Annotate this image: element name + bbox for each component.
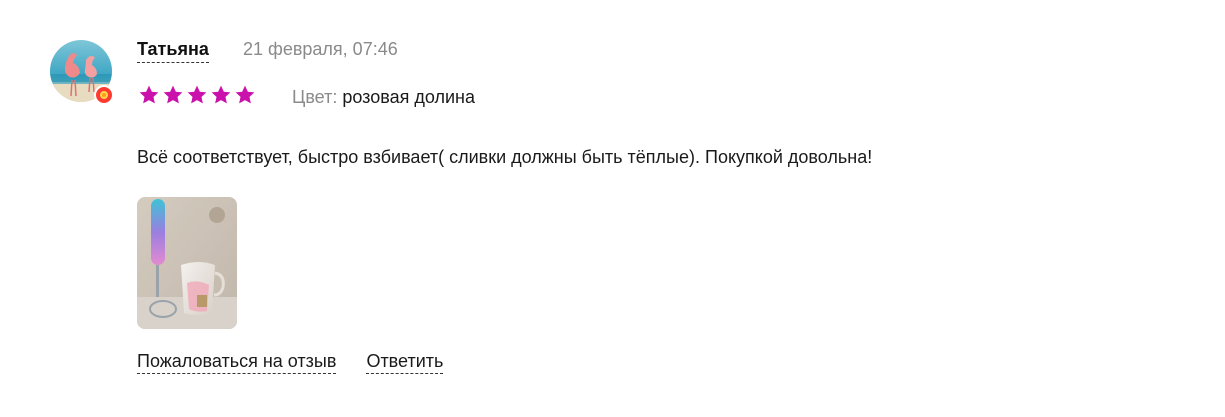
product-color: Цвет: розовая долина bbox=[292, 86, 475, 108]
reply-link[interactable]: Ответить bbox=[366, 350, 444, 374]
avatar bbox=[50, 40, 114, 105]
author-name[interactable]: Татьяна bbox=[137, 38, 209, 63]
medal-icon bbox=[100, 91, 108, 99]
achievement-badge-icon bbox=[94, 85, 114, 105]
review-text: Всё соответствует, быстро взбивает( слив… bbox=[137, 147, 873, 167]
rating-stars bbox=[138, 84, 256, 108]
review-photo[interactable] bbox=[137, 197, 237, 329]
review-card: Татьяна 21 февраля, 07:46 Цвет: розовая … bbox=[0, 0, 1225, 417]
star-icon bbox=[211, 85, 231, 104]
star-icon bbox=[187, 85, 207, 104]
review-date: 21 февраля, 07:46 bbox=[243, 39, 398, 59]
color-label: Цвет: bbox=[292, 87, 338, 107]
star-icon bbox=[163, 85, 183, 104]
review-actions: Пожаловаться на отзыв Ответить bbox=[137, 350, 444, 374]
color-value: розовая долина bbox=[342, 87, 475, 107]
report-review-link[interactable]: Пожаловаться на отзыв bbox=[137, 350, 337, 374]
star-icon bbox=[235, 85, 255, 104]
star-icon bbox=[139, 85, 159, 104]
